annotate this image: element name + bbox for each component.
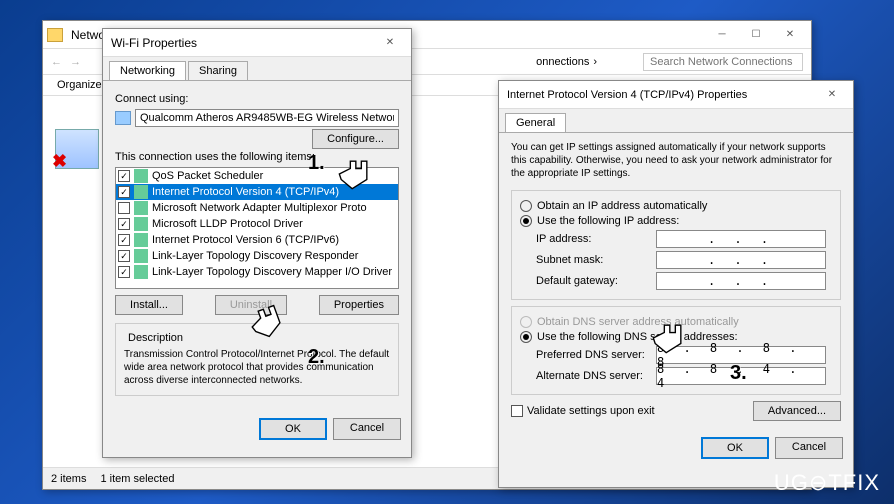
ip-address-field[interactable]: . . . — [656, 230, 826, 248]
checkbox[interactable] — [118, 250, 130, 262]
folder-icon — [47, 28, 63, 42]
tab-general[interactable]: General — [505, 113, 566, 132]
breadcrumb[interactable]: onnections › — [536, 56, 597, 68]
properties-button[interactable]: Properties — [319, 295, 399, 315]
search-input[interactable] — [643, 53, 803, 71]
mask-label: Subnet mask: — [536, 254, 656, 266]
advanced-button[interactable]: Advanced... — [753, 401, 841, 421]
component-icon — [134, 217, 148, 231]
status-selected: 1 item selected — [100, 473, 174, 485]
wifi-title: Wi-Fi Properties — [107, 36, 373, 50]
install-button[interactable]: Install... — [115, 295, 183, 315]
tab-networking[interactable]: Networking — [109, 61, 186, 80]
organize-button[interactable]: Organize — [51, 77, 108, 93]
gw-label: Default gateway: — [536, 275, 656, 287]
adns-label: Alternate DNS server: — [536, 370, 656, 382]
list-item[interactable]: Link-Layer Topology Discovery Mapper I/O… — [116, 264, 398, 280]
pdns-label: Preferred DNS server: — [536, 349, 656, 361]
adapter-icon — [115, 111, 131, 125]
ipv4-title: Internet Protocol Version 4 (TCP/IPv4) P… — [503, 89, 815, 101]
close-button[interactable]: ✕ — [773, 24, 807, 46]
chevron-right-icon: › — [593, 56, 597, 68]
checkbox[interactable] — [118, 202, 130, 214]
configure-button[interactable]: Configure... — [312, 129, 399, 149]
component-icon — [134, 169, 148, 183]
component-icon — [134, 249, 148, 263]
cancel-button[interactable]: Cancel — [333, 418, 401, 440]
cancel-button[interactable]: Cancel — [775, 437, 843, 459]
checkbox[interactable] — [118, 234, 130, 246]
radio-use-ip[interactable] — [520, 215, 532, 227]
tab-sharing[interactable]: Sharing — [188, 61, 248, 80]
list-item[interactable]: Link-Layer Topology Discovery Responder — [116, 248, 398, 264]
ok-button[interactable]: OK — [701, 437, 769, 459]
description-text: Transmission Control Protocol/Internet P… — [124, 348, 390, 387]
minimize-button[interactable]: ─ — [705, 24, 739, 46]
ok-button[interactable]: OK — [259, 418, 327, 440]
description-heading: Description — [124, 332, 187, 344]
subnet-mask-field[interactable]: . . . — [656, 251, 826, 269]
watermark: UG⊖TFIX — [774, 470, 880, 496]
component-icon — [134, 265, 148, 279]
checkbox[interactable] — [118, 218, 130, 230]
list-item[interactable]: Internet Protocol Version 6 (TCP/IPv6) — [116, 232, 398, 248]
gateway-field[interactable]: . . . — [656, 272, 826, 290]
checkbox[interactable] — [118, 266, 130, 278]
pointer-cursor-icon — [332, 152, 376, 196]
callout-1: 1. — [308, 152, 325, 175]
checkbox[interactable] — [118, 170, 130, 182]
callout-2: 2. — [308, 346, 325, 369]
wifi-properties-dialog: Wi-Fi Properties ✕ Networking Sharing Co… — [102, 28, 412, 458]
checkbox[interactable] — [118, 186, 130, 198]
pointer-cursor-icon — [646, 316, 690, 360]
callout-3: 3. — [730, 362, 747, 385]
adapter-icon-disabled[interactable]: ✖ — [55, 129, 99, 169]
close-button[interactable]: ✕ — [373, 32, 407, 54]
radio-obtain-dns — [520, 316, 532, 328]
validate-checkbox[interactable] — [511, 405, 523, 417]
ip-label: IP address: — [536, 233, 656, 245]
component-icon — [134, 185, 148, 199]
nav-back-icon[interactable]: ← — [51, 56, 62, 68]
ipv4-properties-dialog: Internet Protocol Version 4 (TCP/IPv4) P… — [498, 80, 854, 488]
ipv4-intro: You can get IP settings assigned automat… — [511, 141, 841, 180]
radio-obtain-ip[interactable] — [520, 200, 532, 212]
component-icon — [134, 201, 148, 215]
nav-fwd-icon[interactable]: → — [70, 56, 81, 68]
list-item[interactable]: Microsoft LLDP Protocol Driver — [116, 216, 398, 232]
status-count: 2 items — [51, 473, 86, 485]
list-item[interactable]: Microsoft Network Adapter Multiplexor Pr… — [116, 200, 398, 216]
component-icon — [134, 233, 148, 247]
radio-use-dns[interactable] — [520, 331, 532, 343]
maximize-button[interactable]: ☐ — [739, 24, 773, 46]
connect-using-label: Connect using: — [115, 93, 399, 105]
adapter-field — [135, 109, 399, 127]
close-button[interactable]: ✕ — [815, 84, 849, 106]
